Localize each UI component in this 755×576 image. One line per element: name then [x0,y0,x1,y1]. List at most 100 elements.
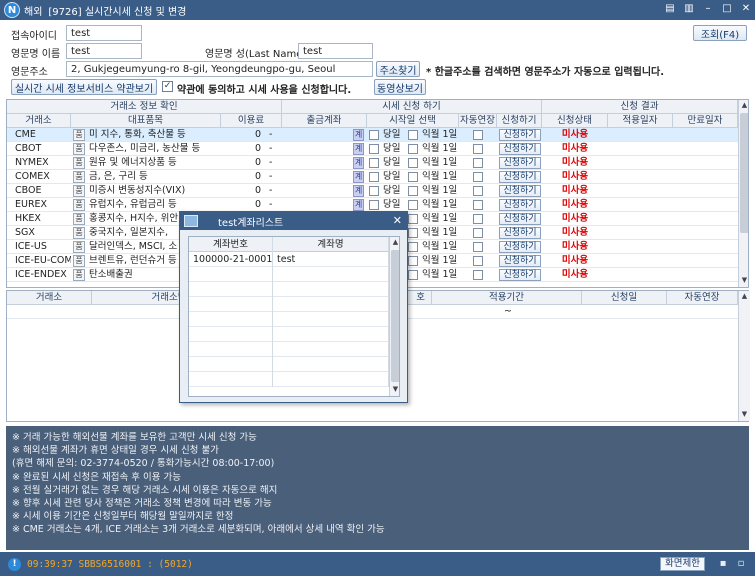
eng-first-name-field[interactable]: test [66,43,142,59]
minimize-icon[interactable]: – [703,3,713,15]
item-detail-button[interactable]: 품 [73,199,85,211]
auto-renew-checkbox[interactable] [473,144,483,154]
tile-icon[interactable]: ▥ [684,3,694,15]
today-checkbox[interactable] [369,200,379,210]
auto-renew-checkbox[interactable] [473,214,483,224]
auto-renew-checkbox[interactable] [473,158,483,168]
auto-renew-checkbox[interactable] [473,130,483,140]
item-detail-button[interactable]: 품 [73,227,85,239]
account-select-button[interactable]: 계 [353,157,364,169]
query-button[interactable]: 조회(F4) [693,25,747,41]
scroll-up-icon[interactable]: ▲ [390,237,399,248]
next-month-checkbox[interactable] [408,242,418,252]
apply-button[interactable]: 신청하기 [499,227,541,239]
layout-icon[interactable]: ▤ [665,3,675,15]
popup-close-icon[interactable]: ✕ [393,214,402,227]
auto-renew-checkbox[interactable] [473,228,483,238]
account-row[interactable] [189,297,389,312]
account-select-button[interactable]: 계 [353,143,364,155]
next-month-checkbox[interactable] [408,214,418,224]
account-row[interactable] [189,312,389,327]
screen-limit-button[interactable]: 화면제한 [660,557,705,571]
scroll-down-icon[interactable]: ▼ [739,409,750,420]
subscription-scrollbar[interactable]: ▲ ▼ [738,291,750,421]
table-row[interactable]: COMEX 품 금, 은, 구리 등 0- 계 당일 익월 1일 신청하기 미사용 [7,170,748,184]
item-detail-button[interactable]: 품 [73,157,85,169]
account-row[interactable] [189,372,389,387]
auto-renew-checkbox[interactable] [473,200,483,210]
withdraw-account[interactable] [282,170,352,184]
table-row[interactable]: CBOE 품 미증시 변동성지수(VIX) 0- 계 당일 익월 1일 신청하기 미사용 [7,184,748,198]
withdraw-account[interactable] [282,142,352,156]
next-month-checkbox[interactable] [408,256,418,266]
account-row[interactable]: 100000-21-0001 test [189,252,389,267]
table-row[interactable]: NYMEX 품 원유 및 에너지상품 등 0- 계 당일 익월 1일 신청하기 미사용 [7,156,748,170]
next-month-checkbox[interactable] [408,158,418,168]
grid-scrollbar[interactable]: ▲ ▼ [738,100,748,287]
account-select-button[interactable]: 계 [353,185,364,197]
item-detail-button[interactable]: 품 [73,241,85,253]
withdraw-account[interactable] [282,156,352,170]
table-row[interactable]: CBOT 품 다우존스, 미금리, 농산물 등 0- 계 당일 익월 1일 신청하기 미사용 [7,142,748,156]
next-month-checkbox[interactable] [408,186,418,196]
next-month-checkbox[interactable] [408,130,418,140]
scroll-up-icon[interactable]: ▲ [739,291,750,302]
account-row[interactable] [189,267,389,282]
apply-button[interactable]: 신청하기 [499,199,541,211]
account-row[interactable] [189,342,389,357]
apply-button[interactable]: 신청하기 [499,171,541,183]
today-checkbox[interactable] [369,144,379,154]
apply-button[interactable]: 신청하기 [499,255,541,267]
withdraw-account[interactable] [282,198,352,212]
account-row[interactable] [189,327,389,342]
withdraw-account[interactable] [282,184,352,198]
item-detail-button[interactable]: 품 [73,171,85,183]
account-select-button[interactable]: 계 [353,129,364,141]
save-icon[interactable]: ▪ [717,558,729,570]
next-month-checkbox[interactable] [408,228,418,238]
account-row[interactable] [189,282,389,297]
auto-renew-checkbox[interactable] [473,172,483,182]
maximize-icon[interactable]: □ [722,3,732,15]
scroll-thumb[interactable] [740,113,748,233]
withdraw-account[interactable] [282,128,352,142]
login-id-field[interactable]: test [66,25,142,41]
eng-address-field[interactable]: 2, Gukjegeumyung-ro 8-gil, Yeongdeungpo-… [66,61,373,77]
apply-button[interactable]: 신청하기 [499,241,541,253]
auto-renew-checkbox[interactable] [473,270,483,280]
apply-button[interactable]: 신청하기 [499,143,541,155]
today-checkbox[interactable] [369,158,379,168]
scroll-up-icon[interactable]: ▲ [739,100,748,111]
video-button[interactable]: 동영상보기 [374,79,426,95]
item-detail-button[interactable]: 품 [73,269,85,281]
next-month-checkbox[interactable] [408,144,418,154]
scroll-thumb[interactable] [391,250,399,382]
account-select-button[interactable]: 계 [353,171,364,183]
agree-checkbox[interactable]: ✓ [162,81,173,92]
apply-button[interactable]: 신청하기 [499,129,541,141]
next-month-checkbox[interactable] [408,270,418,280]
account-select-button[interactable]: 계 [353,199,364,211]
auto-renew-checkbox[interactable] [473,186,483,196]
auto-renew-checkbox[interactable] [473,256,483,266]
apply-button[interactable]: 신청하기 [499,269,541,281]
apply-button[interactable]: 신청하기 [499,157,541,169]
scroll-down-icon[interactable]: ▼ [739,275,748,286]
terms-button[interactable]: 실시간 시세 정보서비스 약관보기 [11,79,157,95]
item-detail-button[interactable]: 품 [73,255,85,267]
table-row[interactable]: CME 품 미 지수, 통화, 축산물 등 0- 계 당일 익월 1일 신청하기 미사용 [7,128,748,142]
today-checkbox[interactable] [369,172,379,182]
print-icon[interactable]: ▫ [735,558,747,570]
popup-scrollbar[interactable]: ▲ ▼ [389,237,399,396]
next-month-checkbox[interactable] [408,200,418,210]
item-detail-button[interactable]: 품 [73,213,85,225]
table-row[interactable]: EUREX 품 유럽지수, 유럽금리 등 0- 계 당일 익월 1일 신청하기 미사용 [7,198,748,212]
account-row[interactable] [189,357,389,372]
auto-renew-checkbox[interactable] [473,242,483,252]
eng-last-name-field[interactable]: test [298,43,373,59]
item-detail-button[interactable]: 품 [73,143,85,155]
item-detail-button[interactable]: 품 [73,129,85,141]
address-search-button[interactable]: 주소찾기 [376,61,420,77]
today-checkbox[interactable] [369,130,379,140]
next-month-checkbox[interactable] [408,172,418,182]
